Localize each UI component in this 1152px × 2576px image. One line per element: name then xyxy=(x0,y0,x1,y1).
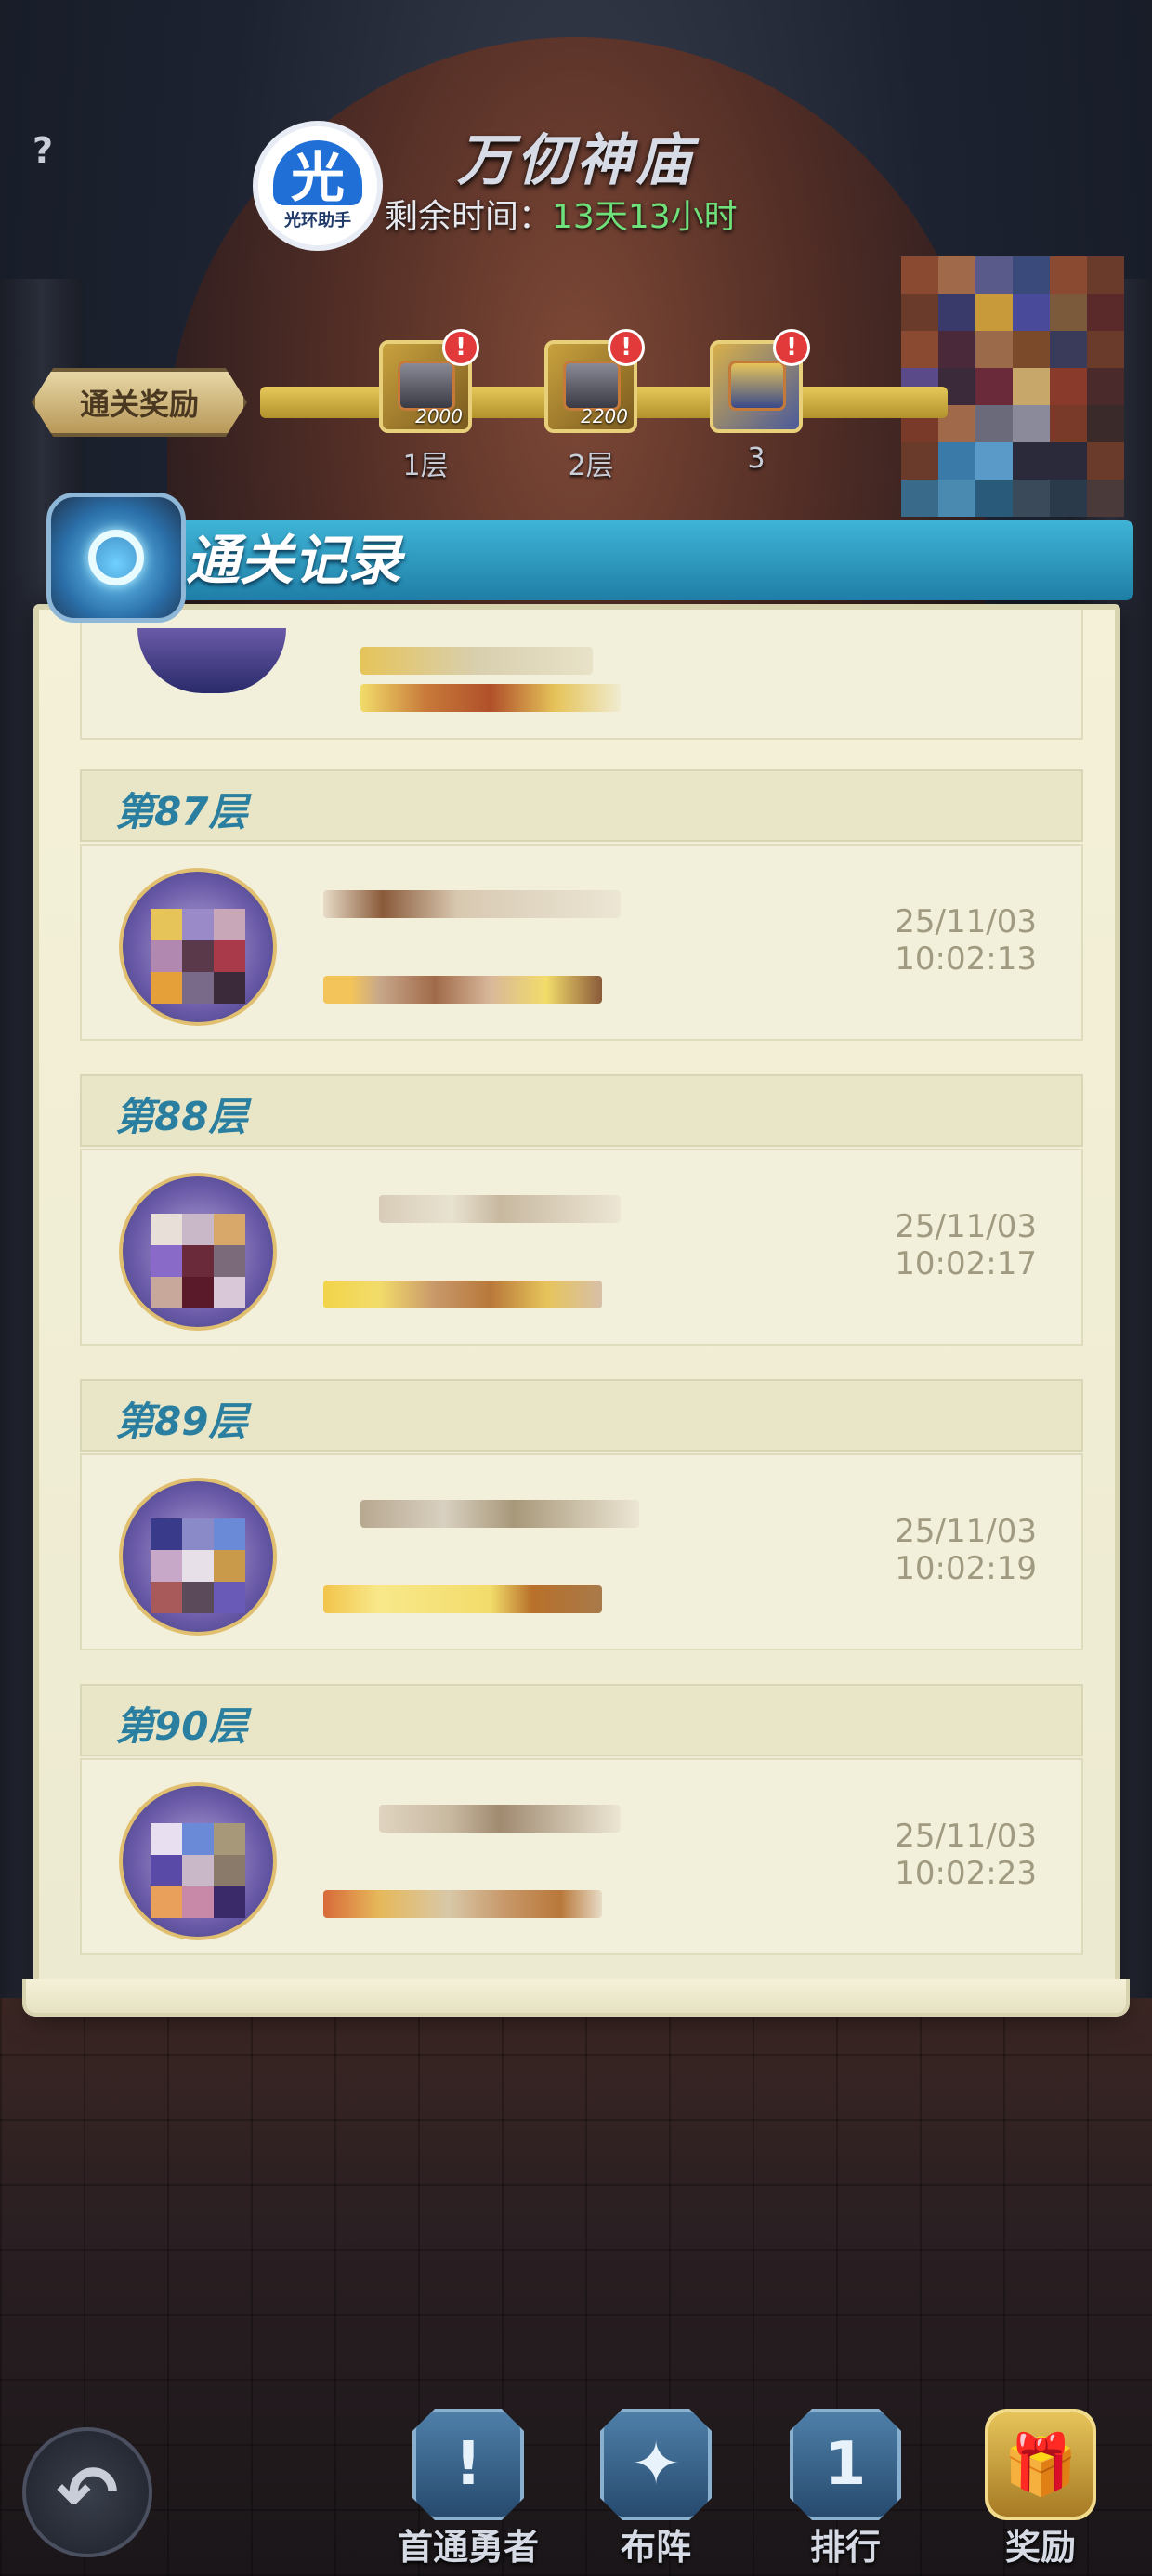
avatar xyxy=(119,868,277,1026)
reward-floor-label: 3 xyxy=(747,442,766,475)
record-timestamp: 25/11/03 10:02:23 xyxy=(895,1818,1037,1892)
record-date: 25/11/03 xyxy=(895,1208,1037,1245)
alert-icon: ! xyxy=(773,329,810,366)
record-date: 25/11/03 xyxy=(895,903,1037,940)
obscured-text xyxy=(323,1281,602,1308)
nav-label: 首通勇者 xyxy=(397,2527,539,2568)
obscured-text xyxy=(323,1890,602,1918)
back-arrow-icon: ↶ xyxy=(56,2449,119,2536)
obscured-text xyxy=(379,1805,621,1833)
list-item-partial xyxy=(80,610,1083,740)
nav-first-clear[interactable]: ! 首通勇者 xyxy=(385,2409,552,2568)
avatar xyxy=(137,628,286,693)
obscured-text xyxy=(323,1585,602,1613)
nav-ranking[interactable]: 1 排行 xyxy=(762,2409,929,2568)
reward-chest-floor-2[interactable]: 2200 ! xyxy=(544,329,645,433)
nav-label: 布阵 xyxy=(620,2527,691,2568)
clear-record-panel[interactable]: 第87层 25/11/03 10:02:13 第88层 25/11/03 10:… xyxy=(33,604,1120,2017)
clear-record-header: 通关记录 xyxy=(19,493,1133,623)
timer-label: 剩余时间： xyxy=(385,198,553,236)
reward-amount: 2000 xyxy=(415,405,463,427)
record-time: 10:02:19 xyxy=(895,1550,1037,1587)
obscured-text xyxy=(360,647,593,675)
clear-reward-label: 通关奖励 xyxy=(32,368,247,437)
rank-badge-icon: 1 xyxy=(790,2409,901,2520)
chest-icon xyxy=(728,361,786,411)
gift-box-icon: 🎁 xyxy=(985,2409,1096,2520)
panel-bottom-edge xyxy=(22,1979,1130,2017)
record-body: 25/11/03 10:02:17 xyxy=(80,1149,1083,1346)
obscured-text xyxy=(379,1195,621,1223)
floor-label: 第87层 xyxy=(115,789,248,835)
floor-header: 第90层 xyxy=(80,1684,1083,1756)
nav-label: 排行 xyxy=(809,2527,881,2568)
temple-badge-icon xyxy=(46,493,186,623)
record-body: 25/11/03 10:02:19 xyxy=(80,1453,1083,1650)
chest-icon xyxy=(563,361,621,411)
obscured-text xyxy=(360,684,621,712)
alert-icon: ! xyxy=(608,329,645,366)
exclamation-shield-icon: ! xyxy=(412,2409,524,2520)
floor-header: 第88层 xyxy=(80,1074,1083,1147)
nav-rewards[interactable]: 🎁 奖励 xyxy=(957,2409,1124,2568)
obscured-text xyxy=(323,976,602,1004)
timer-value: 13天13小时 xyxy=(552,198,738,236)
obscured-text xyxy=(360,1500,639,1528)
back-button[interactable]: ↶ xyxy=(22,2427,152,2557)
record-date: 25/11/03 xyxy=(895,1818,1037,1855)
record-time: 10:02:17 xyxy=(895,1245,1037,1282)
page-title: 万仞神庙 xyxy=(457,128,695,193)
record-time: 10:02:23 xyxy=(895,1855,1037,1892)
avatar xyxy=(119,1782,277,1940)
floor-label: 第89层 xyxy=(115,1399,248,1444)
reward-chest-floor-1[interactable]: 2000 ! xyxy=(379,329,479,433)
logo-subtitle: 光环助手 xyxy=(284,211,351,230)
avatar xyxy=(119,1478,277,1636)
nav-label: 奖励 xyxy=(1004,2527,1076,2568)
record-timestamp: 25/11/03 10:02:13 xyxy=(895,903,1037,978)
shield-star-icon: ✦ xyxy=(600,2409,712,2520)
record-date: 25/11/03 xyxy=(895,1513,1037,1550)
clear-record-title: 通关记录 xyxy=(186,529,402,592)
chest-icon xyxy=(398,361,455,411)
record-timestamp: 25/11/03 10:02:19 xyxy=(895,1513,1037,1587)
record-timestamp: 25/11/03 10:02:17 xyxy=(895,1208,1037,1282)
floor-label: 第88层 xyxy=(115,1094,248,1139)
record-body: 25/11/03 10:02:13 xyxy=(80,844,1083,1041)
floor-label: 第90层 xyxy=(115,1703,248,1749)
floor-header: 第89层 xyxy=(80,1379,1083,1452)
reward-amount: 2200 xyxy=(581,405,628,427)
avatar xyxy=(119,1173,277,1331)
record-body: 25/11/03 10:02:23 xyxy=(80,1758,1083,1955)
reward-floor-label: 2层 xyxy=(568,450,614,482)
reward-chest-floor-3[interactable]: ! xyxy=(710,329,810,433)
remaining-time: 剩余时间：13天13小时 xyxy=(385,190,738,238)
obscured-text xyxy=(323,890,621,918)
reward-floor-label: 1层 xyxy=(402,450,449,482)
alert-icon: ! xyxy=(442,329,479,366)
obscured-player-card[interactable] xyxy=(901,256,1124,517)
record-time: 10:02:13 xyxy=(895,940,1037,978)
floor-header: 第87层 xyxy=(80,769,1083,842)
nav-formation[interactable]: ✦ 布阵 xyxy=(572,2409,740,2568)
